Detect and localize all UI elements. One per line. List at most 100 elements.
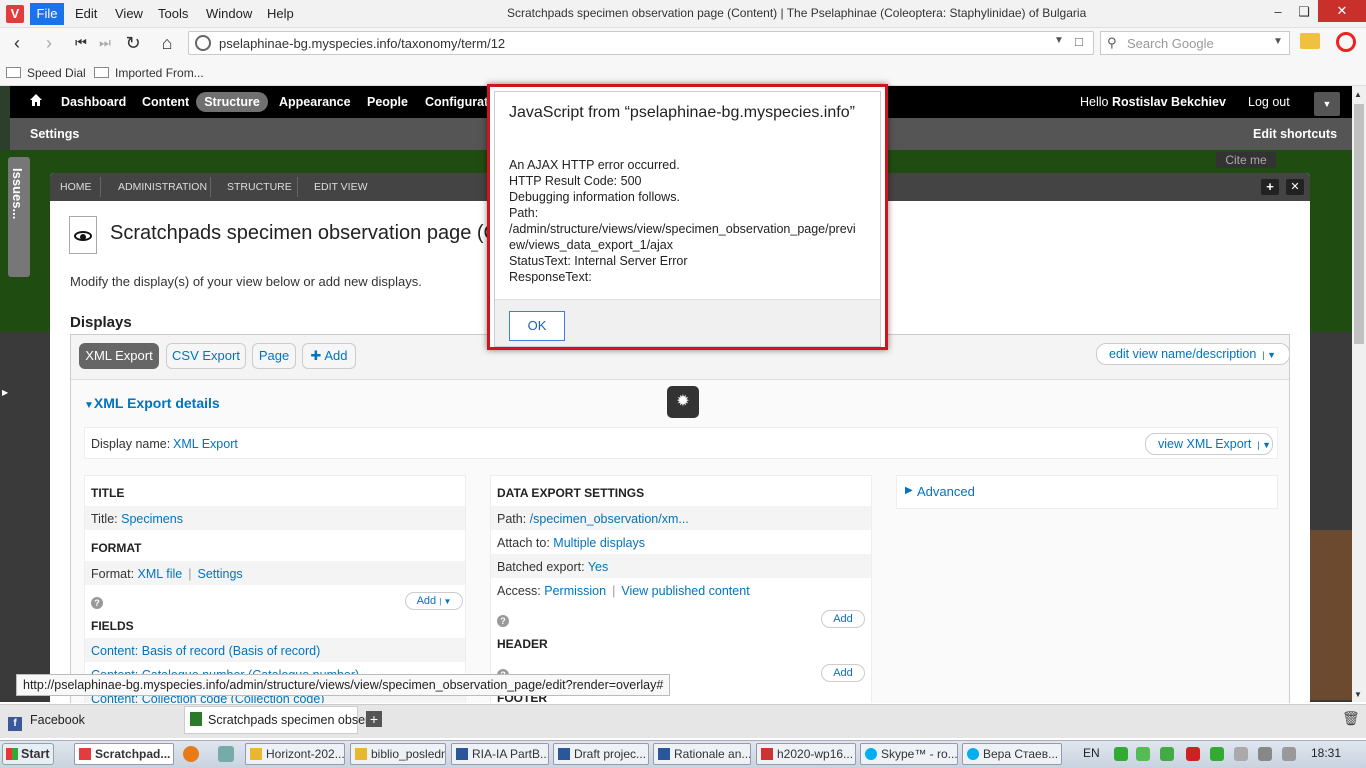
maximize-icon[interactable]: ❑ [1292, 4, 1316, 20]
tray-app-icon[interactable] [1114, 747, 1128, 761]
bookmark-speed-dial[interactable]: Speed Dial [6, 66, 86, 80]
format-row[interactable]: Format: XML file | Settings [85, 561, 465, 585]
advanced-section[interactable]: ▶ Advanced [896, 475, 1278, 509]
breadcrumb-structure[interactable]: STRUCTURE [227, 181, 292, 193]
tray-app-icon[interactable] [1210, 747, 1224, 761]
attach-row[interactable]: Attach to: Multiple displays [491, 530, 871, 554]
menu-help[interactable]: Help [267, 6, 294, 21]
language-indicator[interactable]: EN [1083, 746, 1100, 760]
url-text[interactable]: pselaphinae-bg.myspecies.info/taxonomy/t… [219, 36, 505, 51]
add-footer-button[interactable]: Add [821, 664, 865, 682]
shortcut-settings[interactable]: Settings [30, 127, 79, 141]
downloads-folder-icon[interactable] [1300, 33, 1320, 49]
firefox-icon[interactable] [183, 746, 199, 762]
help-icon[interactable]: ? [497, 615, 509, 627]
task-skype[interactable]: Skype™ - ro... [860, 743, 958, 765]
task-h2020[interactable]: h2020-wp16... [756, 743, 856, 765]
tab-csv-export[interactable]: CSV Export [166, 343, 246, 369]
address-bar[interactable]: pselaphinae-bg.myspecies.info/taxonomy/t… [188, 31, 1094, 55]
overlay-close-icon[interactable]: ✕ [1286, 179, 1304, 195]
collapse-arrow-icon[interactable]: ▶ [2, 388, 8, 397]
toolbar-content[interactable]: Content [142, 95, 189, 109]
chevron-down-icon[interactable]: | ▼ [1260, 350, 1276, 360]
trash-icon[interactable]: 🗑 [1342, 710, 1360, 727]
menu-window[interactable]: Window [206, 6, 252, 21]
add-header-button[interactable]: Add [821, 610, 865, 628]
menu-edit[interactable]: Edit [75, 6, 97, 21]
clock[interactable]: 18:31 [1311, 746, 1341, 760]
edit-shortcuts-link[interactable]: Edit shortcuts [1253, 127, 1337, 141]
username[interactable]: Rostislav Bekchiev [1112, 95, 1226, 109]
ok-button[interactable]: OK [509, 311, 565, 341]
toolbar-people[interactable]: People [367, 95, 408, 109]
breadcrumb-administration[interactable]: ADMINISTRATION [118, 181, 207, 193]
tab-facebook[interactable]: f Facebook [8, 708, 85, 732]
task-vera[interactable]: Вера Стаев... [962, 743, 1062, 765]
tab-scratchpads[interactable]: Scratchpads specimen obser [190, 708, 369, 732]
logout-link[interactable]: Log out [1248, 95, 1290, 109]
minimize-icon[interactable]: – [1266, 4, 1290, 19]
search-field[interactable]: ⚲ Search Google ▼ [1100, 31, 1290, 55]
tray-app-icon[interactable] [1234, 747, 1248, 761]
close-window-icon[interactable]: ✕ [1318, 0, 1366, 22]
task-ria-ia[interactable]: RIA-IA PartB... [451, 743, 549, 765]
bookmark-imported[interactable]: Imported From... [94, 66, 204, 80]
menu-view[interactable]: View [115, 6, 143, 21]
path-row[interactable]: Path: /specimen_observation/xm... [491, 506, 871, 530]
field-row[interactable]: Content: Basis of record (Basis of recor… [85, 638, 465, 662]
task-biblio[interactable]: biblio_posledna [350, 743, 446, 765]
volume-icon[interactable] [1282, 747, 1296, 761]
toolbar-configuration[interactable]: Configurati [425, 95, 492, 109]
access-row[interactable]: Access: Permission | View published conten… [491, 578, 871, 602]
chevron-down-icon[interactable]: | ▼ [1255, 440, 1271, 450]
menu-tools[interactable]: Tools [158, 6, 188, 21]
add-display-button[interactable]: ✚ Add [302, 343, 356, 369]
scrollbar-thumb[interactable] [1354, 104, 1364, 344]
breadcrumb-home[interactable]: HOME [60, 181, 92, 193]
opera-menu-icon[interactable] [1336, 32, 1356, 52]
new-tab-button[interactable]: + [366, 711, 382, 727]
edit-view-name-button[interactable]: edit view name/description | ▼ [1096, 343, 1290, 365]
view-xml-export-button[interactable]: view XML Export | ▼ [1145, 433, 1273, 455]
toolbar-structure[interactable]: Structure [196, 92, 268, 112]
mail-icon[interactable] [1186, 747, 1200, 761]
url-dropdown-icon[interactable]: ▼ [1054, 35, 1064, 46]
tab-xml-export[interactable]: XML Export [79, 343, 159, 369]
toolbar-appearance[interactable]: Appearance [279, 95, 351, 109]
back-icon[interactable]: ‹ [6, 32, 28, 54]
rewind-icon[interactable]: ⏮ [70, 32, 92, 54]
task-draft[interactable]: Draft projec... [553, 743, 649, 765]
breadcrumb-edit-view[interactable]: EDIT VIEW [314, 181, 367, 193]
toolbar-dashboard[interactable]: Dashboard [61, 95, 126, 109]
vivaldi-logo-icon[interactable]: V [6, 5, 24, 23]
network-icon[interactable] [1258, 747, 1272, 761]
task-horizont[interactable]: Horizont-202... [245, 743, 345, 765]
search-engine-dropdown-icon[interactable]: ▼ [1273, 36, 1283, 47]
home-icon[interactable]: ⌂ [156, 32, 178, 54]
scroll-down-icon[interactable]: ▼ [1354, 690, 1362, 699]
display-name-link[interactable]: XML Export [173, 437, 238, 451]
overlay-expand-icon[interactable]: + [1261, 179, 1279, 195]
calculator-icon[interactable] [218, 746, 234, 762]
tray-app-icon[interactable] [1136, 747, 1150, 761]
issues-tab-label[interactable]: Issues... [10, 168, 25, 219]
search-placeholder[interactable]: Search Google [1127, 36, 1214, 51]
menu-file[interactable]: File [30, 3, 64, 25]
site-info-icon[interactable] [195, 35, 211, 51]
home-icon[interactable] [30, 94, 42, 106]
shortcuts-toggle-icon[interactable]: ▼ [1314, 92, 1340, 116]
help-icon[interactable]: ? [91, 597, 103, 609]
batched-row[interactable]: Batched export: Yes [491, 554, 871, 578]
bookmark-icon[interactable]: □ [1075, 34, 1083, 49]
display-details-heading[interactable]: ▼XML Export details [84, 395, 220, 411]
task-scratchpad[interactable]: Scratchpad... [74, 743, 174, 765]
add-format-button[interactable]: Add | ▼ [405, 592, 463, 610]
title-row[interactable]: Title: Specimens [85, 506, 465, 530]
tab-page[interactable]: Page [252, 343, 296, 369]
fast-forward-icon[interactable]: ⏭ [94, 32, 116, 54]
tray-app-icon[interactable] [1160, 747, 1174, 761]
forward-icon[interactable]: › [38, 32, 60, 54]
scroll-up-icon[interactable]: ▲ [1354, 90, 1362, 99]
reload-icon[interactable]: ↻ [122, 32, 144, 54]
task-rationale[interactable]: Rationale an... [653, 743, 751, 765]
